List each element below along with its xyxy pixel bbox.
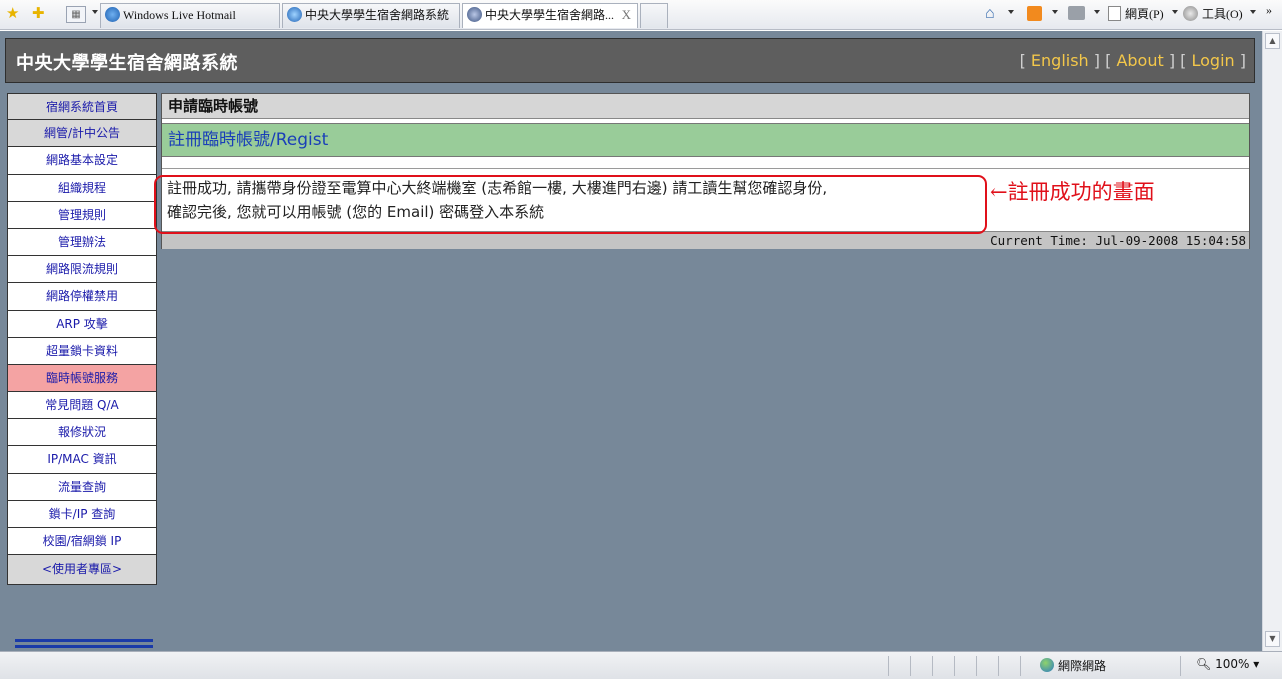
tab-ncu-dorm-1[interactable]: 中央大學學生宿舍網路系統 — [282, 3, 460, 28]
feed-dropdown-icon[interactable] — [1052, 10, 1058, 14]
status-divider — [954, 656, 955, 676]
tools-menu[interactable]: 工具(O) — [1202, 4, 1243, 24]
register-link[interactable]: 註冊臨時帳號/Regist — [168, 130, 328, 150]
sidebar-item-rules[interactable]: 管理規則 — [7, 201, 157, 229]
status-divider — [998, 656, 999, 676]
home-dropdown-icon[interactable] — [1008, 10, 1014, 14]
sidebar-nav: 宿網系統首頁 網管/計中公告 網路基本設定 組織規程 管理規則 管理辦法 網路限… — [7, 93, 157, 648]
sidebar-item-ip-mac[interactable]: IP/MAC 資訊 — [7, 446, 157, 474]
zone-label: 網際網路 — [1058, 659, 1107, 673]
add-favorites-icon[interactable]: ✚ — [32, 6, 45, 22]
status-divider — [932, 656, 933, 676]
page-menu[interactable]: 網頁(P) — [1125, 4, 1164, 24]
ie-page-icon — [287, 7, 302, 22]
divider — [162, 168, 1249, 169]
sidebar-item-temp-account[interactable]: 臨時帳號服務 — [7, 364, 157, 393]
register-bar: 註冊臨時帳號/Regist — [162, 123, 1249, 157]
status-divider — [910, 656, 911, 676]
sidebar-item-overuse-lock[interactable]: 超量鎖卡資料 — [7, 337, 157, 365]
close-tab-icon[interactable]: X — [622, 4, 631, 26]
print-dropdown-icon[interactable] — [1094, 10, 1100, 14]
status-divider — [976, 656, 977, 676]
sidebar-item-announcements[interactable]: 網管/計中公告 — [7, 120, 157, 148]
divider — [15, 639, 153, 642]
more-chevron-icon[interactable]: » — [1266, 0, 1272, 20]
site-favicon-icon — [467, 7, 482, 22]
tools-gear-icon — [1183, 6, 1198, 21]
divider — [15, 645, 153, 648]
sidebar-item-lock-ip-query[interactable]: 鎖卡/IP 查詢 — [7, 500, 157, 528]
page-menu-dropdown-icon[interactable] — [1172, 10, 1178, 14]
site-header: 中央大學學生宿舍網路系統 [ English ] [ About ] [ Log… — [5, 38, 1255, 83]
login-link[interactable]: Login — [1192, 51, 1235, 70]
browser-toolbar: ★ ✚ ▦ Windows Live Hotmail 中央大學學生宿舍網路系統 … — [0, 0, 1282, 30]
sidebar-item-traffic[interactable]: 流量查詢 — [7, 473, 157, 501]
english-link[interactable]: English — [1031, 51, 1089, 70]
status-divider — [1020, 656, 1021, 676]
status-divider — [888, 656, 889, 676]
status-divider — [1180, 656, 1181, 676]
globe-icon — [1040, 658, 1054, 672]
tab-list-dropdown-icon[interactable] — [92, 10, 98, 14]
tab-hotmail[interactable]: Windows Live Hotmail — [100, 3, 280, 28]
zoom-control[interactable]: 🔍︎ 100% ▾ — [1196, 657, 1259, 671]
tab-label: 中央大學學生宿舍網路... — [485, 8, 615, 22]
favorites-star-icon[interactable]: ★ — [6, 6, 19, 22]
sidebar-item-user-area[interactable]: <使用者專區> — [7, 555, 157, 586]
sidebar-item-organization[interactable]: 組織規程 — [7, 174, 157, 202]
annotation-label: ←註冊成功的畫面 — [990, 180, 1155, 204]
highlight-box — [154, 175, 987, 234]
zoom-dropdown-icon[interactable]: ▾ — [1253, 657, 1259, 671]
security-zone: 網際網路 — [1040, 657, 1106, 674]
quick-tabs-icon[interactable]: ▦ — [66, 6, 86, 23]
scroll-up-arrow-icon[interactable]: ▲ — [1265, 33, 1280, 49]
about-link[interactable]: About — [1116, 51, 1163, 70]
page-content: 中央大學學生宿舍網路系統 [ English ] [ About ] [ Log… — [0, 31, 1262, 651]
tools-menu-dropdown-icon[interactable] — [1250, 10, 1256, 14]
sidebar-item-network-settings[interactable]: 網路基本設定 — [7, 147, 157, 175]
sidebar-item-faq[interactable]: 常見問題 Q/A — [7, 392, 157, 420]
hotmail-tab-icon — [105, 7, 120, 22]
sidebar-item-regulations[interactable]: 管理辦法 — [7, 228, 157, 257]
scroll-down-arrow-icon[interactable]: ▼ — [1265, 631, 1280, 647]
sidebar-item-campus-lock-ip[interactable]: 校園/宿網鎖 IP — [7, 528, 157, 556]
page-icon — [1108, 6, 1121, 21]
print-icon[interactable] — [1068, 6, 1085, 20]
sidebar-item-rate-limit[interactable]: 網路限流規則 — [7, 256, 157, 284]
zoom-level: 100% — [1215, 657, 1250, 671]
zoom-magnifier-icon: 🔍︎ — [1196, 657, 1212, 671]
sidebar-item-repair-status[interactable]: 報修狀況 — [7, 419, 157, 447]
vertical-scrollbar[interactable]: ▲ ▼ — [1262, 31, 1282, 651]
tab-ncu-dorm-2[interactable]: 中央大學學生宿舍網路... X — [462, 3, 638, 28]
site-title: 中央大學學生宿舍網路系統 — [16, 53, 238, 74]
sidebar-item-home[interactable]: 宿網系統首頁 — [7, 93, 157, 121]
header-links: [ English ] [ About ] [ Login ] — [1019, 51, 1246, 70]
page-title: 申請臨時帳號 — [162, 94, 1249, 119]
status-bar: 網際網路 🔍︎ 100% ▾ — [0, 651, 1282, 679]
rss-feed-icon[interactable] — [1027, 6, 1042, 21]
sidebar-item-suspension[interactable]: 網路停權禁用 — [7, 283, 157, 311]
tab-label: 中央大學學生宿舍網路系統 — [305, 8, 450, 22]
home-icon[interactable]: ⌂ — [985, 4, 995, 24]
tab-label: Windows Live Hotmail — [123, 8, 236, 22]
sidebar-item-arp[interactable]: ARP 攻擊 — [7, 310, 157, 338]
new-tab-button[interactable] — [640, 3, 668, 28]
